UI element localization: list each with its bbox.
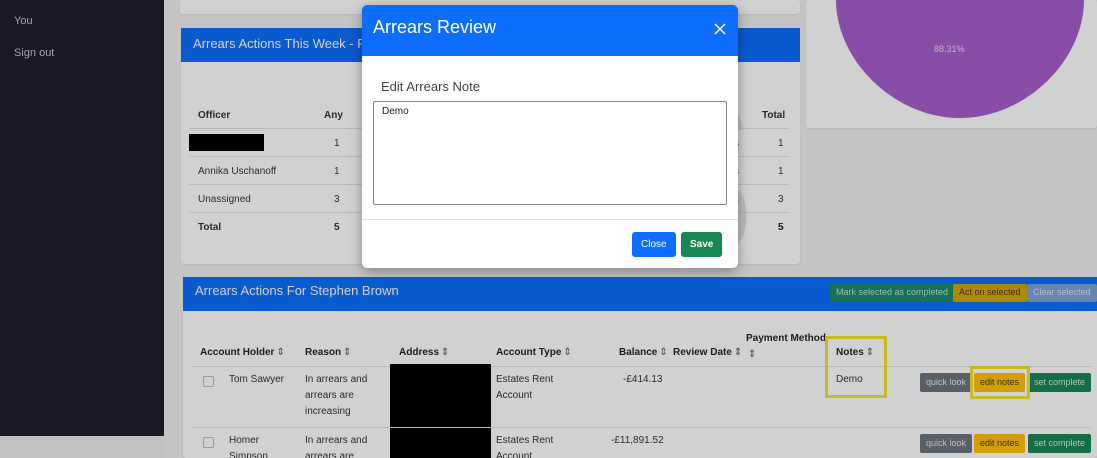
divider xyxy=(362,219,738,220)
modal-header: Arrears Review xyxy=(362,5,738,56)
modal-title: Arrears Review xyxy=(373,17,497,37)
note-field-label: Edit Arrears Note xyxy=(381,79,480,94)
arrears-note-textarea[interactable]: Demo xyxy=(373,101,727,205)
close-button[interactable]: Close xyxy=(632,232,676,257)
arrears-review-modal: Arrears Review Edit Arrears Note Demo Cl… xyxy=(362,5,738,268)
save-button[interactable]: Save xyxy=(681,232,723,257)
close-icon[interactable] xyxy=(712,21,728,37)
